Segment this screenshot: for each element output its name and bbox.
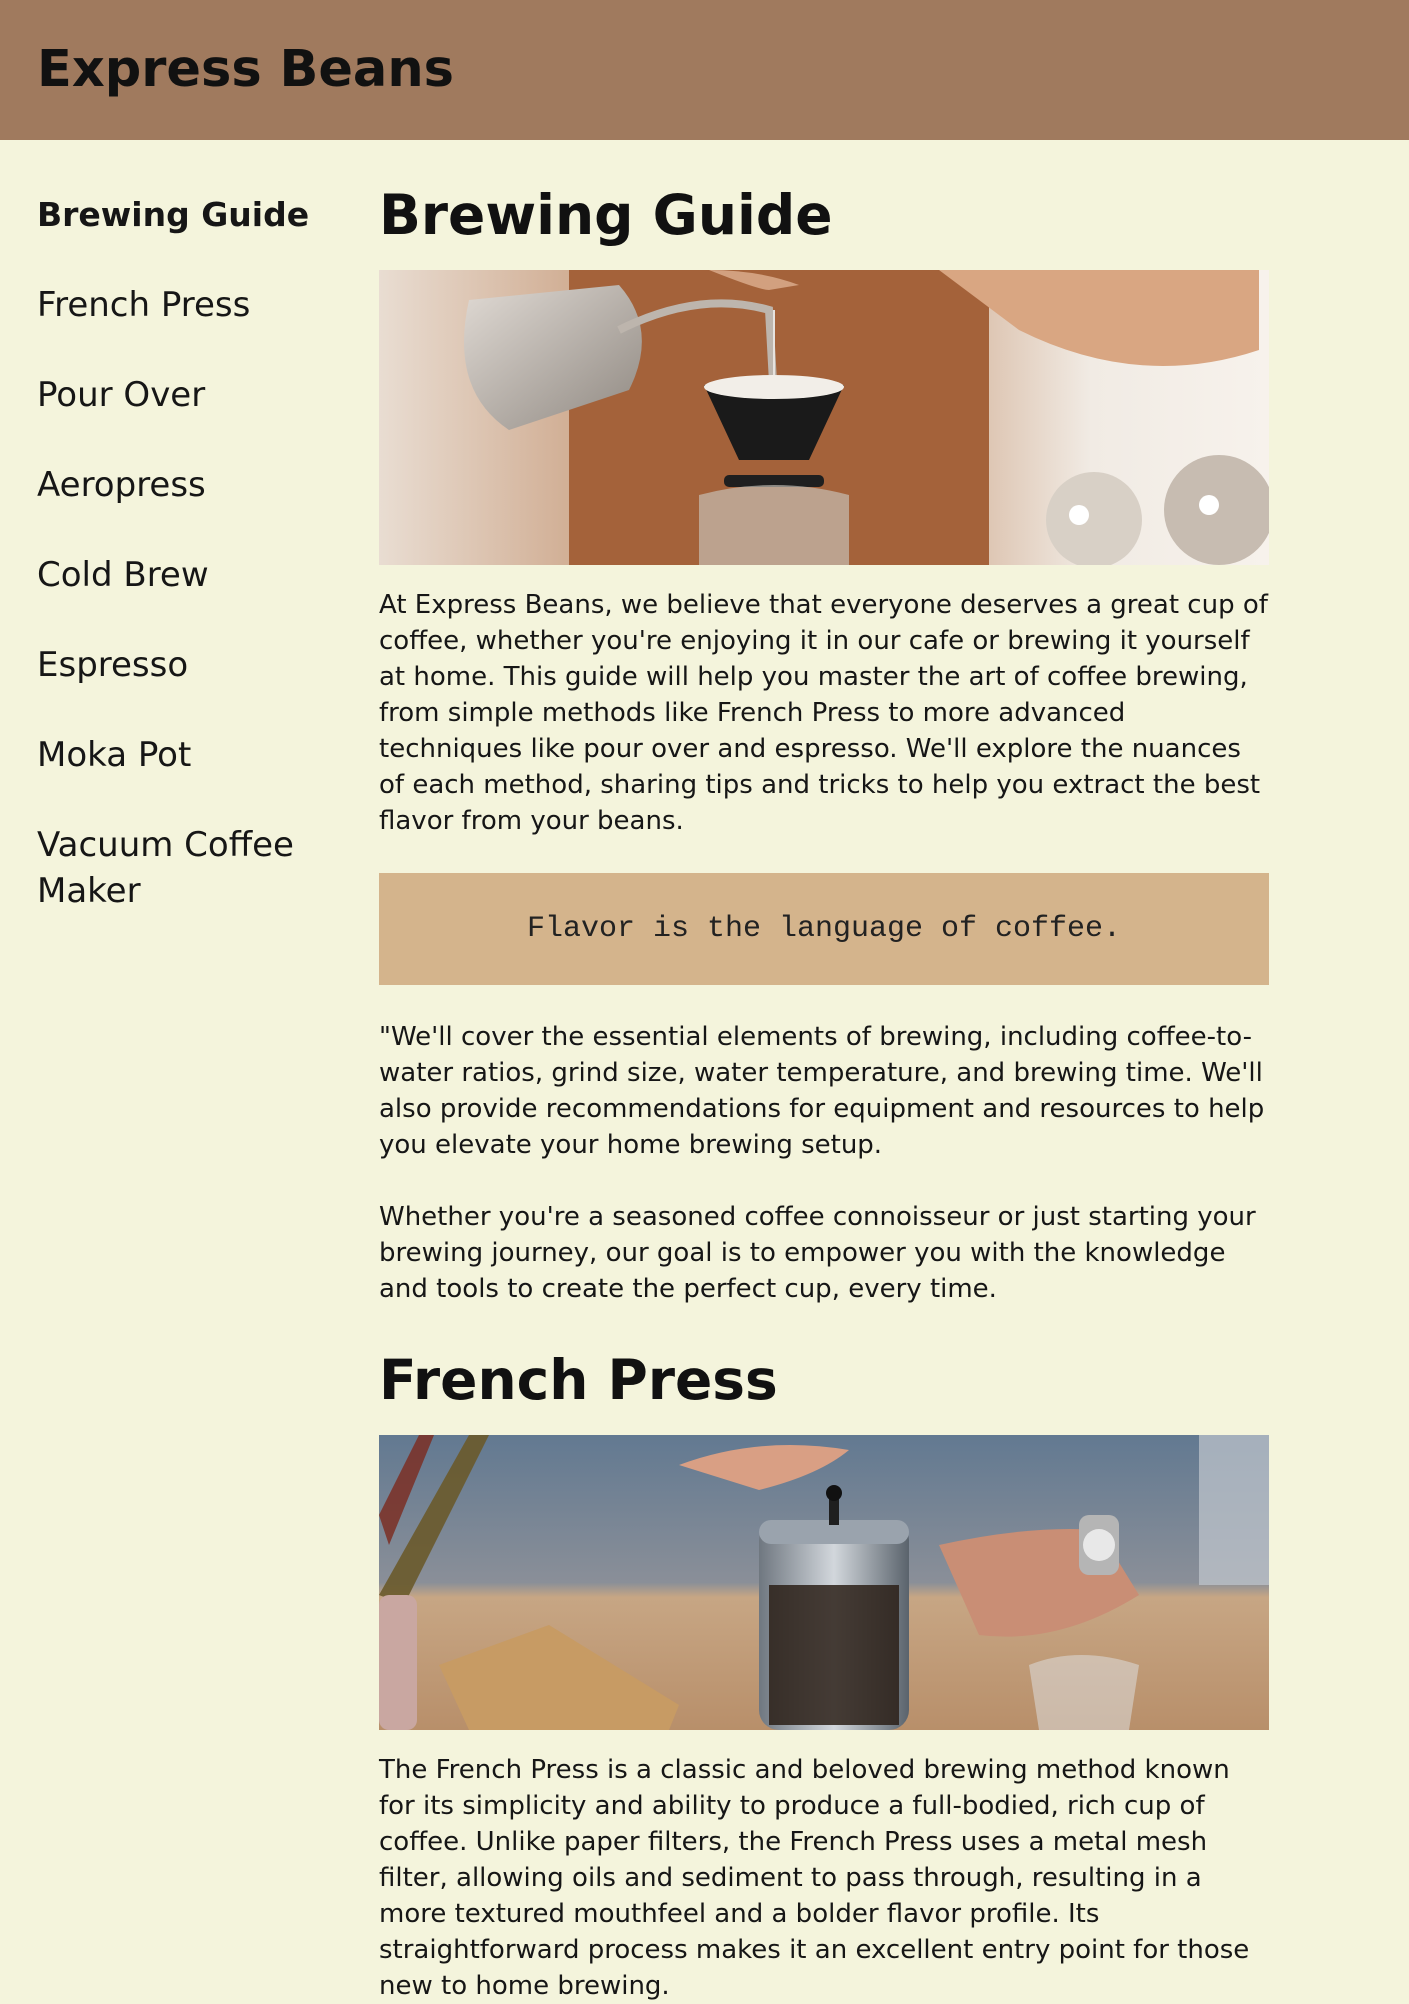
section-french-press: French Press The French Press is a class…: [379, 1345, 1269, 2004]
sidebar-item-espresso[interactable]: Espresso: [37, 642, 337, 688]
quote-box: Flavor is the language of coffee.: [379, 873, 1269, 985]
closing-paragraph: Whether you're a seasoned coffee connois…: [379, 1202, 1256, 1304]
french-press-photo: [379, 1435, 1269, 1730]
sidebar-item-moka-pot[interactable]: Moka Pot: [37, 732, 337, 778]
sidebar-item-cold-brew[interactable]: Cold Brew: [37, 552, 337, 598]
details-block: "We'll cover the essential elements of b…: [379, 1019, 1269, 1307]
sidebar-item-french-press[interactable]: French Press: [37, 282, 337, 328]
site-brand[interactable]: Express Beans: [37, 38, 1409, 102]
sidebar-item-pour-over[interactable]: Pour Over: [37, 372, 337, 418]
details-paragraph: "We'll cover the essential elements of b…: [379, 1022, 1265, 1160]
french-press-paragraph: The French Press is a classic and belove…: [379, 1755, 1250, 2001]
intro-paragraph: At Express Beans, we believe that everyo…: [379, 590, 1268, 836]
main-content: Brewing Guide At Express Beans, we belie…: [379, 180, 1269, 2004]
section-title-french-press: French Press: [379, 1348, 778, 1412]
quote-text: Flavor is the language of coffee.: [526, 912, 1122, 946]
site-header: Express Beans: [0, 0, 1409, 140]
sidebar-nav: Brewing Guide French Press Pour Over Aer…: [37, 192, 337, 958]
sidebar-item-vacuum-coffee-maker[interactable]: Vacuum Coffee Maker: [37, 822, 307, 914]
sidebar-item-aeropress[interactable]: Aeropress: [37, 462, 337, 508]
pour-over-photo: [379, 270, 1269, 565]
section-title-brewing-guide: Brewing Guide: [379, 183, 833, 247]
section-brewing-guide: Brewing Guide At Express Beans, we belie…: [379, 180, 1269, 1307]
sidebar-item-brewing-guide[interactable]: Brewing Guide: [37, 192, 337, 238]
